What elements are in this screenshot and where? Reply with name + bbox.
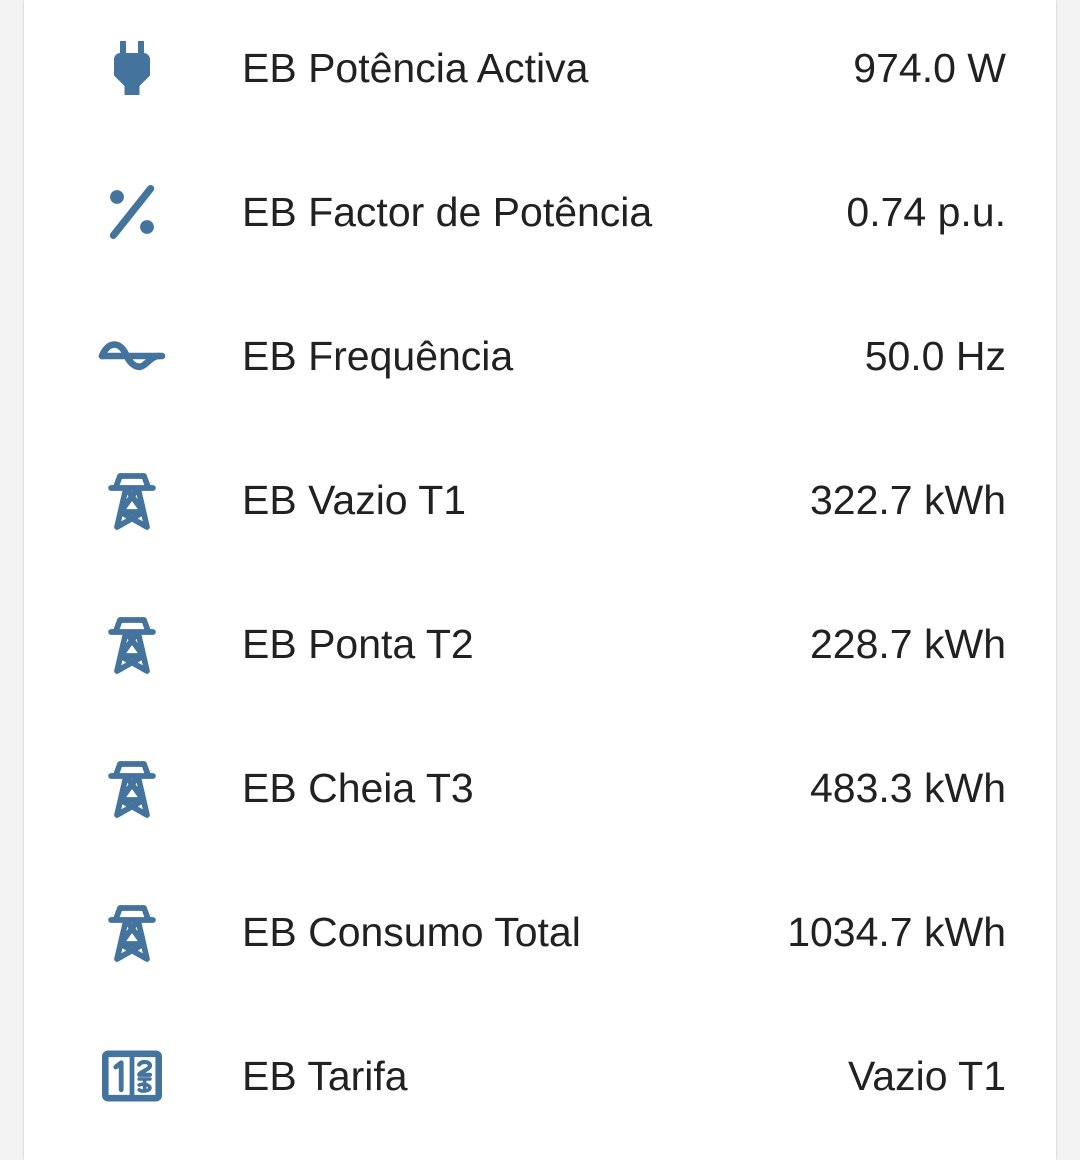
entity-row-potencia-activa[interactable]: EB Potência Activa 974.0 W: [24, 0, 1056, 140]
entity-name: EB Frequência: [242, 333, 514, 379]
entity-name: EB Factor de Potência: [242, 189, 653, 235]
entity-value: 974.0 W: [853, 45, 1006, 91]
entity-value: 1034.7 kWh: [787, 909, 1006, 955]
entity-row-factor-potencia[interactable]: EB Factor de Potência 0.74 p.u.: [24, 140, 1056, 284]
entity-value: 50.0 Hz: [864, 333, 1006, 379]
entity-value: 0.74 p.u.: [846, 189, 1006, 235]
entity-value: 322.7 kWh: [810, 477, 1006, 523]
entity-row-tarifa[interactable]: EB Tarifa Vazio T1: [24, 1004, 1056, 1148]
transmission-tower-icon: [96, 464, 168, 536]
transmission-tower-icon: [96, 896, 168, 968]
entity-row-consumo-total[interactable]: EB Consumo Total 1034.7 kWh: [24, 860, 1056, 1004]
entity-name: EB Consumo Total: [242, 909, 581, 955]
sine-wave-icon: [96, 320, 168, 392]
entity-name: EB Potência Activa: [242, 45, 589, 91]
entity-value: Vazio T1: [847, 1053, 1006, 1099]
power-plug-icon: [96, 32, 168, 104]
transmission-tower-icon: [96, 752, 168, 824]
percent-icon: [96, 176, 168, 248]
entity-row-ponta-t2[interactable]: EB Ponta T2 228.7 kWh: [24, 572, 1056, 716]
entity-value: 483.3 kWh: [810, 765, 1006, 811]
transmission-tower-icon: [96, 608, 168, 680]
entity-name: EB Ponta T2: [242, 621, 474, 667]
entity-value: 228.7 kWh: [810, 621, 1006, 667]
entity-name: EB Cheia T3: [242, 765, 474, 811]
entity-row-cheia-t3[interactable]: EB Cheia T3 483.3 kWh: [24, 716, 1056, 860]
entity-row-frequencia[interactable]: EB Frequência 50.0 Hz: [24, 284, 1056, 428]
numeric-box-icon: [96, 1040, 168, 1112]
entity-name: EB Tarifa: [242, 1053, 408, 1099]
entity-name: EB Vazio T1: [242, 477, 467, 523]
entities-card: EB Potência Activa 974.0 W EB Factor de …: [24, 0, 1056, 1160]
entity-row-vazio-t1[interactable]: EB Vazio T1 322.7 kWh: [24, 428, 1056, 572]
